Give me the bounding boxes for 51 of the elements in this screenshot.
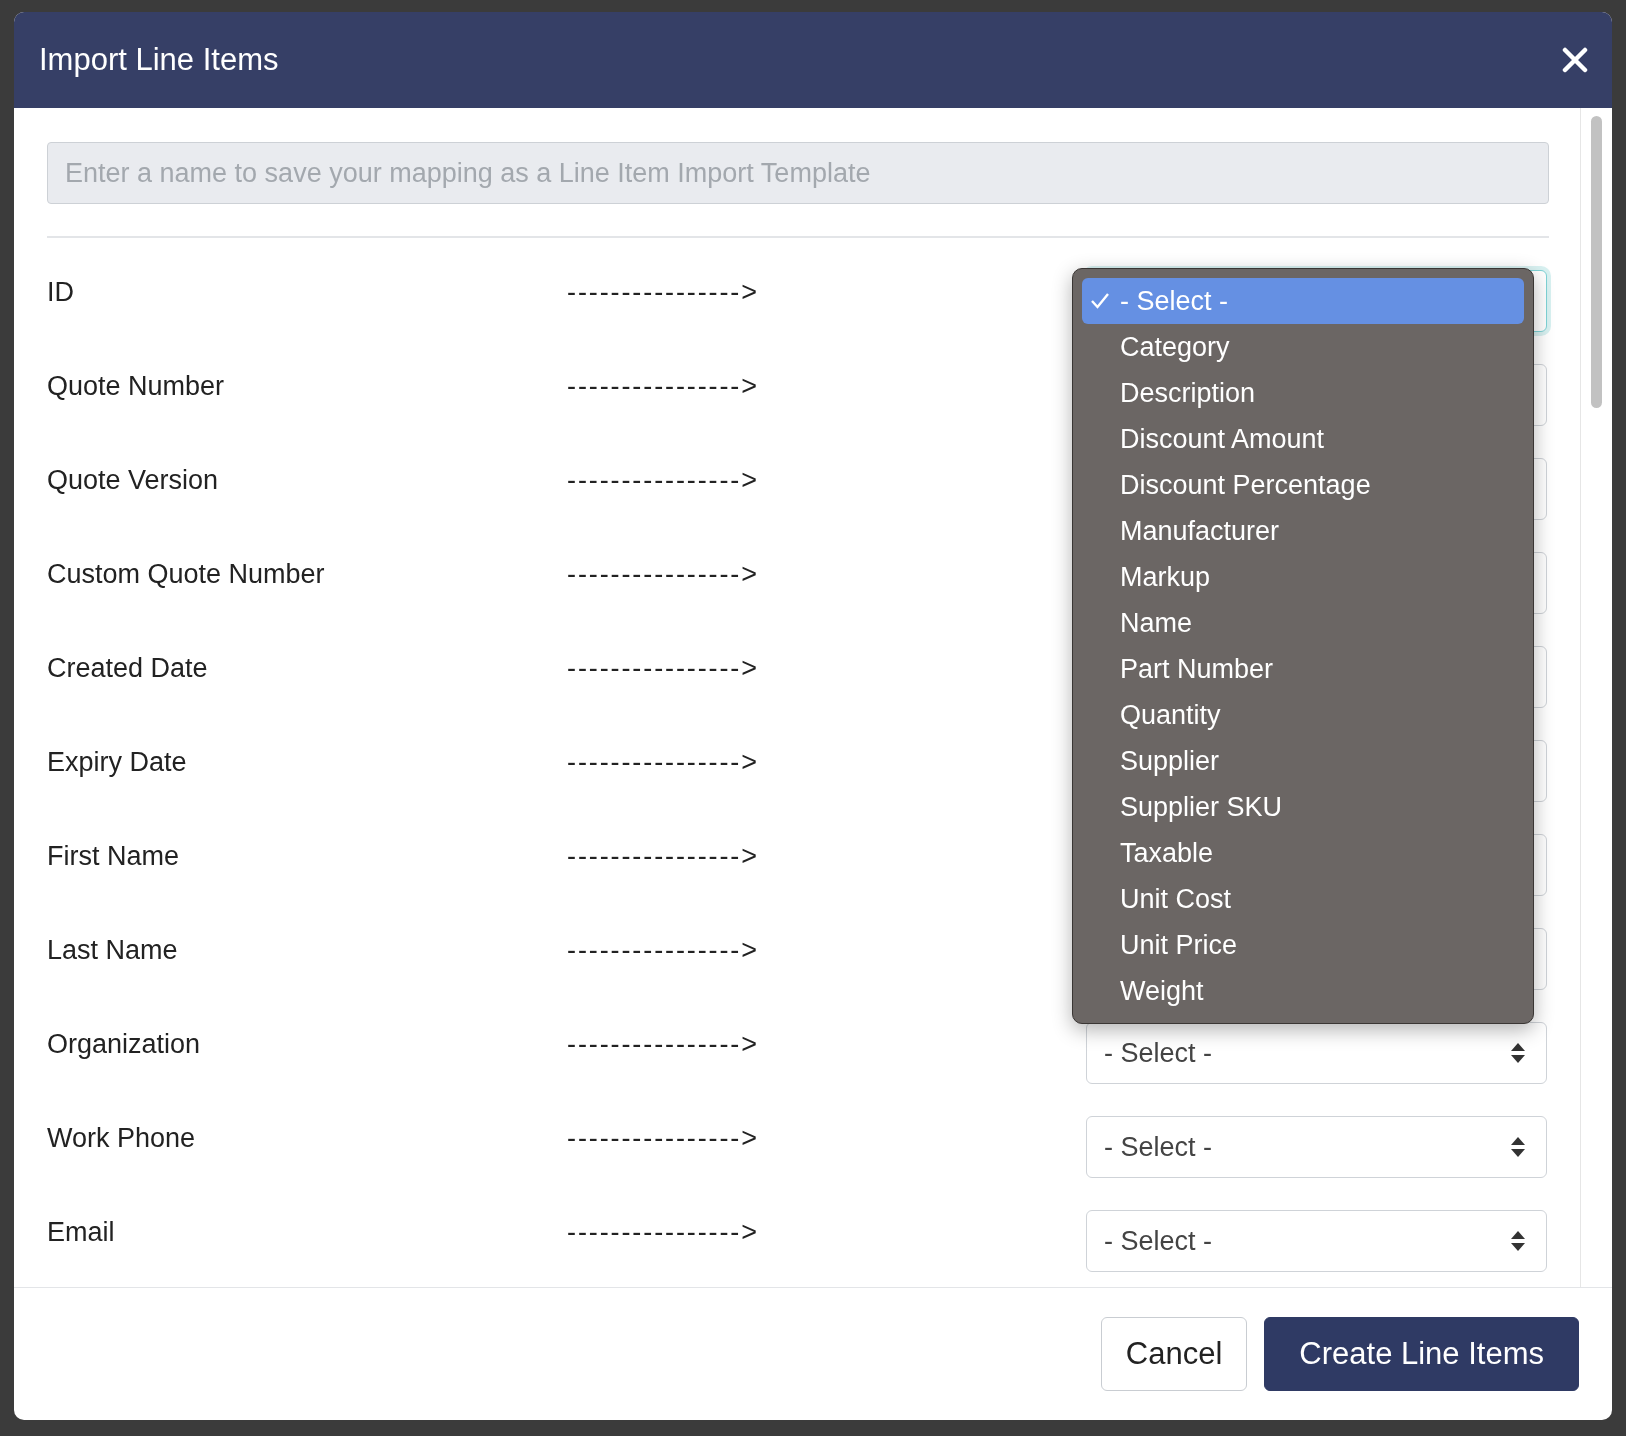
create-button[interactable]: Create Line Items xyxy=(1264,1317,1579,1391)
dropdown-option[interactable]: Supplier SKU xyxy=(1082,784,1524,830)
sort-caret-icon xyxy=(1510,1136,1526,1158)
close-button[interactable] xyxy=(1562,47,1588,73)
template-name-field[interactable]: Enter a name to save your mapping as a Line Item Import Template xyxy=(47,142,1549,204)
dropdown-option[interactable]: Discount Amount xyxy=(1082,416,1524,462)
select-field[interactable]: - Select - xyxy=(1086,1022,1547,1084)
select-field[interactable]: - Select - xyxy=(1086,1210,1547,1272)
dropdown-option[interactable]: Weight xyxy=(1082,968,1524,1014)
dropdown-option[interactable]: Quantity xyxy=(1082,692,1524,738)
sort-caret-icon xyxy=(1510,1230,1526,1252)
check-icon xyxy=(1090,292,1110,310)
dropdown-option[interactable]: Description xyxy=(1082,370,1524,416)
mapping-arrow: ----------------> xyxy=(567,746,760,778)
dialog-title: Import Line Items xyxy=(39,42,279,78)
field-label: Quote Number xyxy=(47,370,226,402)
field-label: ID xyxy=(47,276,75,308)
mapping-arrow: ----------------> xyxy=(567,1216,760,1248)
dropdown-option[interactable]: Category xyxy=(1082,324,1524,370)
mapping-arrow: ----------------> xyxy=(567,370,760,402)
dropdown-option[interactable]: Unit Price xyxy=(1082,922,1524,968)
mapping-arrow: ----------------> xyxy=(567,1122,760,1154)
field-label: Expiry Date xyxy=(47,746,188,778)
dropdown-option[interactable]: Manufacturer xyxy=(1082,508,1524,554)
mapping-arrow: ----------------> xyxy=(567,1028,760,1060)
mapping-arrow: ----------------> xyxy=(567,558,760,590)
dropdown-option[interactable]: Name xyxy=(1082,600,1524,646)
cancel-button[interactable]: Cancel xyxy=(1100,1317,1248,1391)
select-field[interactable]: - Select - xyxy=(1086,1116,1547,1178)
mapping-arrow: ----------------> xyxy=(567,464,760,496)
sort-caret-icon xyxy=(1510,1042,1526,1064)
field-label: First Name xyxy=(47,840,180,872)
dropdown-option[interactable]: Part Number xyxy=(1082,646,1524,692)
dropdown-option[interactable]: Taxable xyxy=(1082,830,1524,876)
dropdown-option[interactable]: Supplier xyxy=(1082,738,1524,784)
field-label: Quote Version xyxy=(47,464,220,496)
mapping-arrow: ----------------> xyxy=(567,652,760,684)
field-label: Last Name xyxy=(47,934,179,966)
scrollbar-thumb[interactable] xyxy=(1591,116,1602,408)
dropdown-option[interactable]: Markup xyxy=(1082,554,1524,600)
field-label: Custom Quote Number xyxy=(47,558,326,590)
field-label: Created Date xyxy=(47,652,209,684)
dropdown-option[interactable]: - Select - xyxy=(1082,278,1524,324)
field-label: Organization xyxy=(47,1028,202,1060)
dropdown-option[interactable]: Discount Percentage xyxy=(1082,462,1524,508)
field-label: Work Phone xyxy=(47,1122,197,1154)
dropdown-option[interactable]: Unit Cost xyxy=(1082,876,1524,922)
mapping-arrow: ----------------> xyxy=(567,276,760,308)
mapping-arrow: ----------------> xyxy=(567,934,760,966)
field-label: Email xyxy=(47,1216,116,1248)
mapping-arrow: ----------------> xyxy=(567,840,760,872)
